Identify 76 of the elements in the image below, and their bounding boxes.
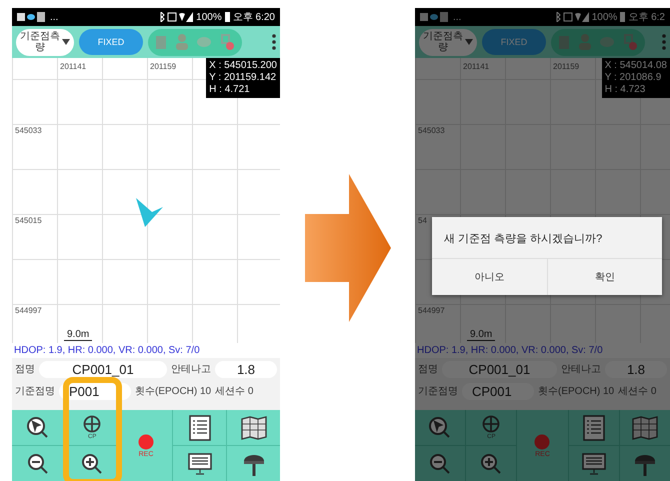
coordinate-readout: X : 545014.08 Y : 201086.9 H : 4.723 bbox=[602, 58, 670, 98]
folded-map-icon bbox=[632, 416, 658, 440]
point-name-label: 점명 bbox=[15, 363, 35, 376]
monitor-icon bbox=[188, 452, 212, 474]
survey-mode-dropdown[interactable]: 기준점측량 bbox=[16, 28, 74, 56]
session-count: 세션수 0 bbox=[215, 385, 254, 398]
checklist-button[interactable] bbox=[173, 410, 226, 445]
system-status-icons bbox=[159, 12, 194, 22]
scale-bar: 9.0m bbox=[467, 329, 496, 341]
northing-label: 544997 bbox=[15, 306, 42, 315]
battery-percent: 100% bbox=[592, 12, 618, 22]
notification-icons bbox=[17, 12, 47, 22]
folded-map-icon bbox=[240, 416, 267, 440]
checklist-icon bbox=[582, 414, 605, 440]
dropdown-caret-icon bbox=[465, 39, 473, 45]
zoom-out-icon bbox=[429, 452, 452, 474]
clock-time: 오후 6:20 bbox=[232, 11, 275, 24]
antenna-height-label: 안테나고 bbox=[561, 363, 601, 376]
clipboard-icon[interactable] bbox=[558, 34, 570, 50]
northing-label: 54 bbox=[418, 216, 427, 225]
base-point-label: 기준점명 bbox=[418, 385, 458, 398]
monitor-icon bbox=[582, 452, 606, 474]
epoch-count: 횟수(EPOCH) 10 bbox=[135, 385, 212, 398]
checklist-button[interactable] bbox=[568, 410, 619, 445]
scale-bar: 9.0m bbox=[64, 329, 92, 341]
fix-status-button[interactable]: FIXED bbox=[79, 29, 143, 55]
zoom-out-button[interactable] bbox=[12, 446, 65, 481]
battery-icon bbox=[224, 12, 230, 22]
system-status-icons bbox=[554, 12, 589, 22]
easting-label: 201141 bbox=[60, 62, 86, 71]
battery-icon bbox=[620, 12, 626, 22]
notification-overflow: ... bbox=[50, 12, 58, 22]
antenna-height-field[interactable]: 1.8 bbox=[605, 360, 667, 378]
base-point-label: 기준점명 bbox=[15, 385, 55, 398]
more-menu-icon[interactable] bbox=[272, 34, 276, 50]
crosshair-icon bbox=[83, 415, 102, 433]
northing-label: 545033 bbox=[418, 126, 445, 135]
map-grid[interactable]: 201141 201159 545033 545015 544997 X : 545015.200 Y : 201159.142 H : 4.721 9.0m bbox=[12, 58, 280, 343]
northing-label: 545033 bbox=[15, 126, 42, 135]
session-count: 세션수 0 bbox=[618, 385, 656, 398]
zoom-in-icon bbox=[81, 452, 104, 474]
antenna-button[interactable] bbox=[227, 446, 280, 481]
record-dot-icon bbox=[138, 434, 154, 450]
easting-label: 201159 bbox=[553, 62, 580, 71]
notification-overflow: ... bbox=[453, 12, 462, 22]
zoom-out-icon bbox=[27, 452, 50, 474]
dropdown-caret-icon bbox=[62, 39, 70, 45]
base-point-field[interactable]: CP001 bbox=[462, 382, 534, 400]
antenna-height-label: 안테나고 bbox=[171, 363, 211, 376]
northing-label: 545015 bbox=[15, 216, 42, 225]
map-button[interactable] bbox=[227, 410, 280, 445]
survey-mode-dropdown[interactable]: 기준점측량 bbox=[419, 28, 477, 56]
point-name-field[interactable]: CP001_01 bbox=[442, 360, 557, 378]
coordinate-readout: X : 545015.200 Y : 201159.142 H : 4.721 bbox=[206, 58, 280, 98]
epoch-count: 횟수(EPOCH) 10 bbox=[538, 385, 614, 398]
dialog-button[interactable]: 아니오 bbox=[432, 259, 546, 295]
point-name-label: 점명 bbox=[418, 363, 438, 376]
dialog-message: 새 기준점 측량을 하시겠습니까? bbox=[443, 232, 604, 247]
record-dot-icon bbox=[534, 434, 550, 450]
antenna-height-field[interactable]: 1.8 bbox=[215, 360, 277, 378]
compass-magnifier-icon bbox=[428, 416, 452, 440]
point-name-field[interactable]: CP001_01 bbox=[39, 360, 167, 378]
clipboard-icon[interactable] bbox=[155, 34, 167, 50]
zoom-in-icon bbox=[480, 452, 502, 474]
crosshair-icon bbox=[482, 415, 500, 433]
battery-percent: 100% bbox=[196, 12, 222, 22]
easting-label: 201141 bbox=[463, 62, 490, 71]
northing-label: 544997 bbox=[418, 306, 445, 315]
clock-time: 오후 6:2 bbox=[628, 11, 665, 24]
dialog-button[interactable]: 확인 bbox=[546, 259, 662, 295]
notification-icons bbox=[420, 12, 450, 22]
compass-button[interactable] bbox=[12, 410, 65, 445]
monitor-button[interactable] bbox=[173, 446, 226, 481]
easting-label: 201159 bbox=[150, 62, 176, 71]
compass-magnifier-icon bbox=[26, 416, 50, 440]
checklist-icon bbox=[188, 414, 211, 440]
